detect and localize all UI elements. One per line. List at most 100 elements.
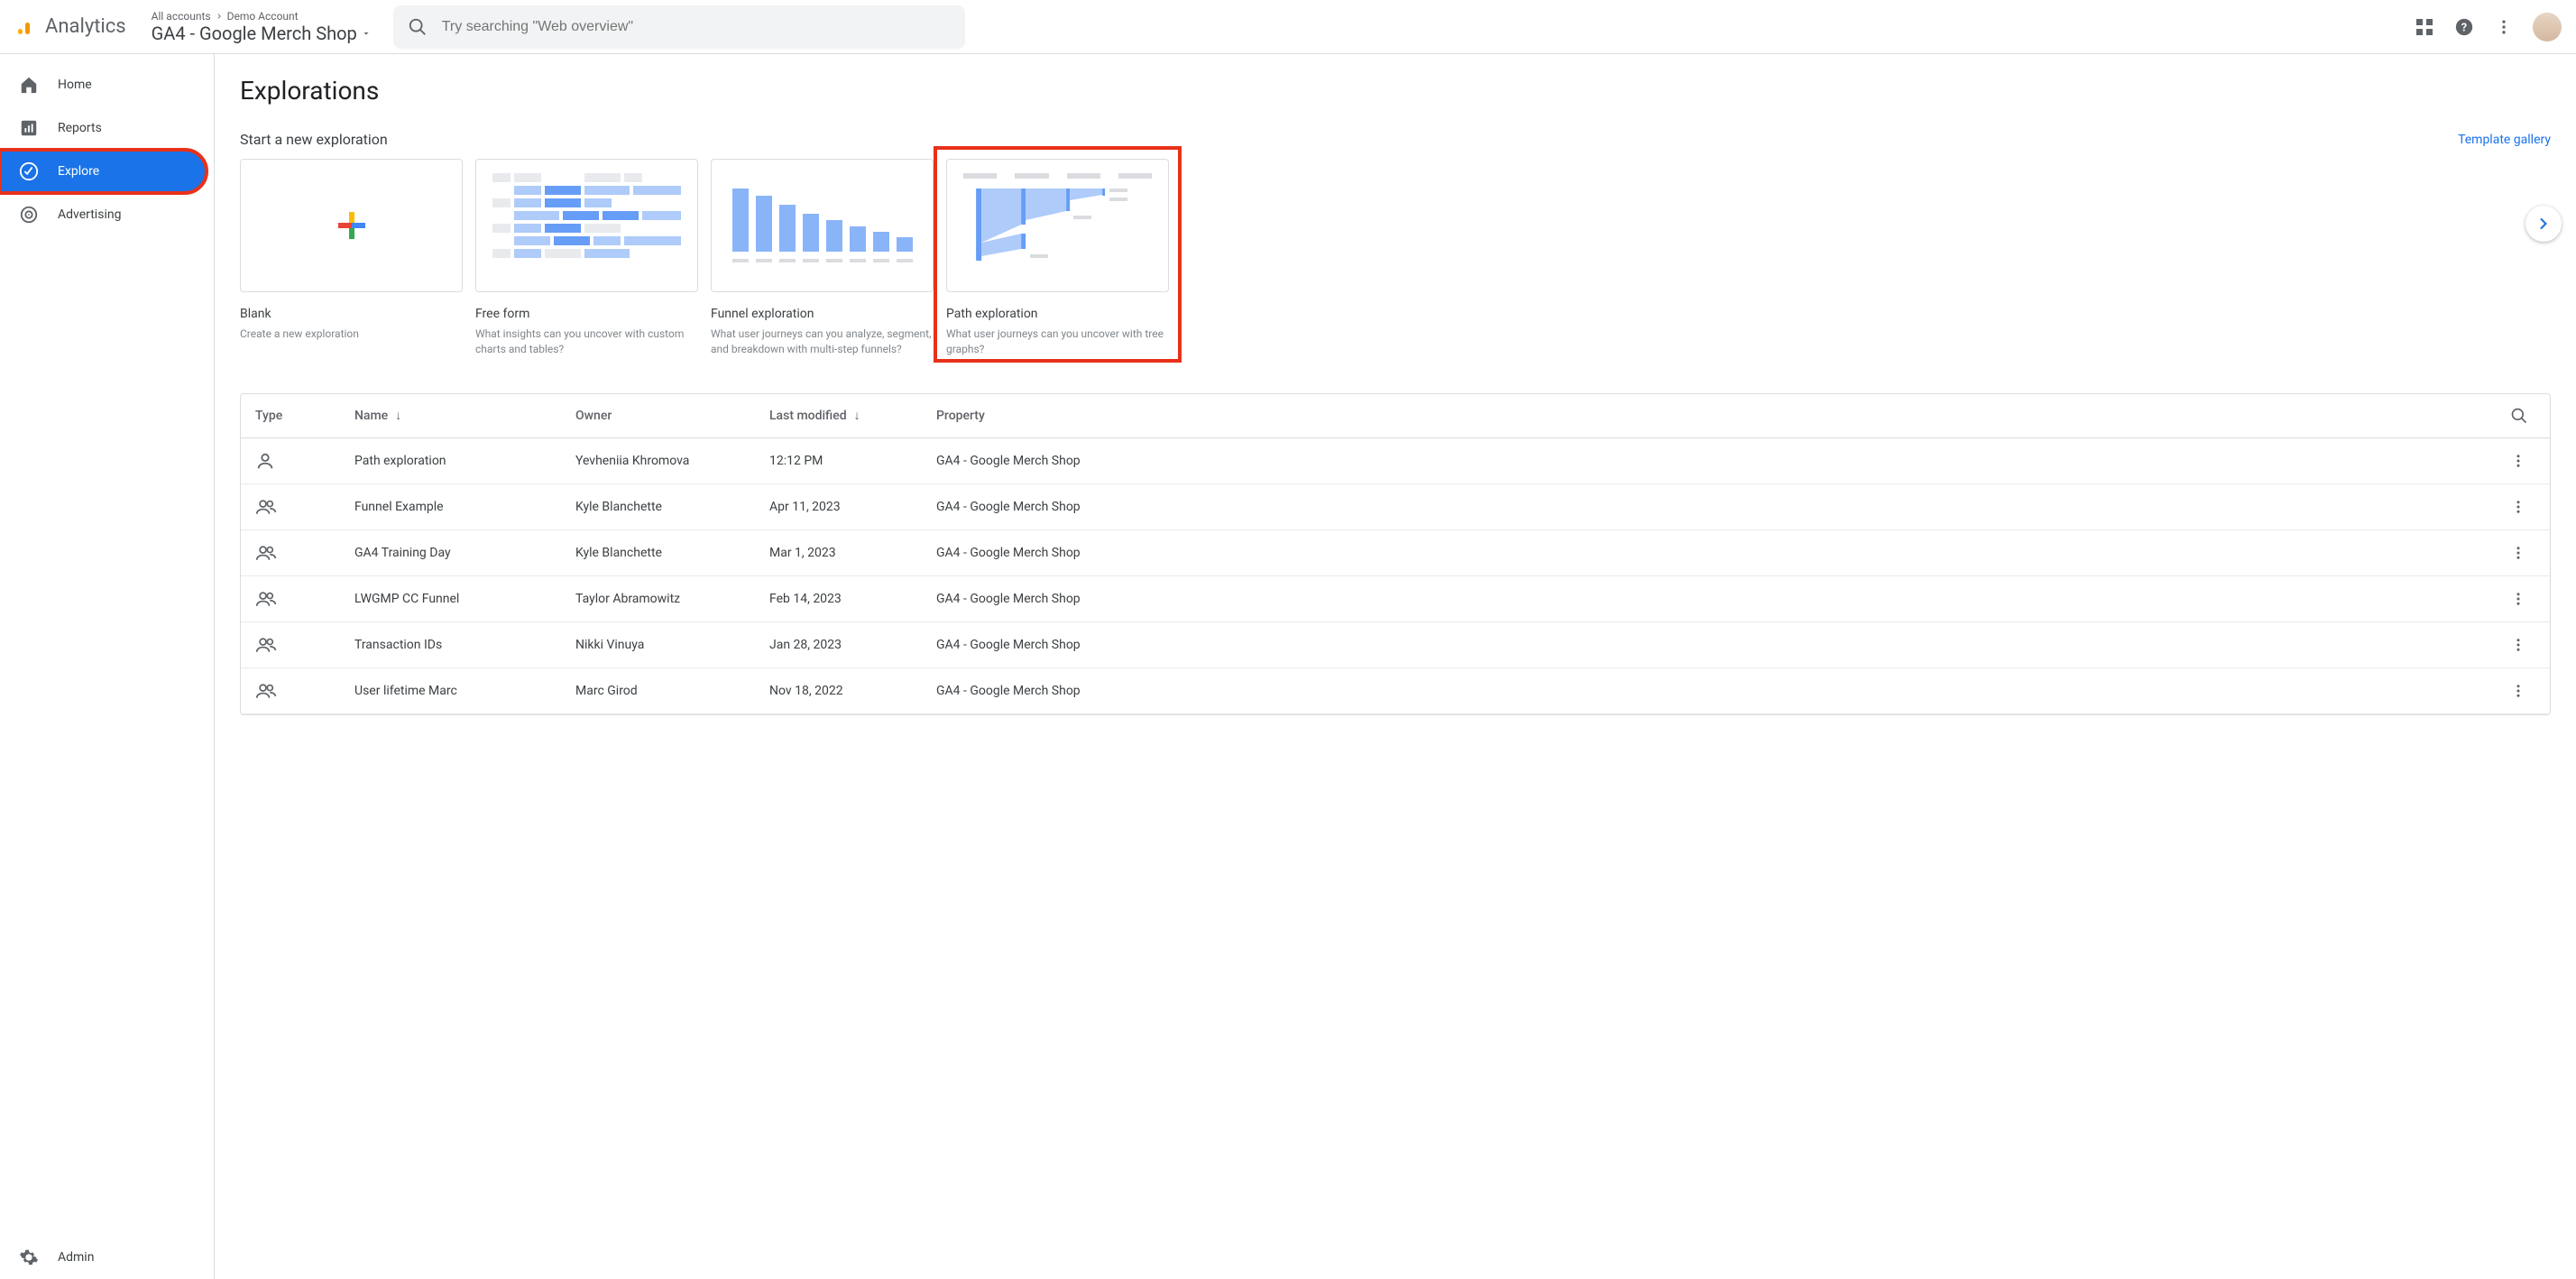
cell-property: GA4 - Google Merch Shop [922, 483, 2496, 529]
card-desc: What user journeys can you analyze, segm… [711, 327, 934, 357]
cell-modified: Feb 14, 2023 [755, 575, 922, 621]
plus-icon [338, 212, 365, 239]
cell-modified: Mar 1, 2023 [755, 529, 922, 575]
sidebar-item-label: Admin [58, 1250, 94, 1265]
card-thumb-freeform [475, 159, 698, 292]
cell-modified: Nov 18, 2022 [755, 667, 922, 713]
cell-modified: 12:12 PM [755, 437, 922, 483]
card-thumb-path [946, 159, 1169, 292]
col-name[interactable]: Name↓ [340, 394, 561, 438]
card-desc: Create a new exploration [240, 327, 463, 342]
cell-name: Path exploration [340, 437, 561, 483]
cell-owner: Kyle Blanchette [561, 529, 755, 575]
page-title: Explorations [240, 76, 2551, 106]
card-thumb-funnel [711, 159, 934, 292]
logo-block[interactable]: Analytics [14, 15, 126, 38]
cell-property: GA4 - Google Merch Shop [922, 437, 2496, 483]
cell-modified: Jan 28, 2023 [755, 621, 922, 667]
sort-down-icon: ↓ [395, 409, 401, 423]
breadcrumb: All accounts Demo Account [152, 10, 372, 23]
reports-icon [18, 117, 40, 139]
card-thumb-blank [240, 159, 463, 292]
table-row[interactable]: Path explorationYevheniia Khromova12:12 … [241, 437, 2550, 483]
sidebar-item-explore[interactable]: Explore [0, 150, 207, 193]
group-icon [255, 635, 326, 655]
sidebar-item-label: Home [58, 78, 92, 92]
row-menu-button[interactable] [2510, 591, 2535, 607]
card-title: Free form [475, 307, 698, 321]
table-row[interactable]: User lifetime MarcMarc GirodNov 18, 2022… [241, 667, 2550, 713]
home-icon [18, 74, 40, 96]
row-menu-button[interactable] [2510, 453, 2535, 469]
card-desc: What user journeys can you uncover with … [946, 327, 1169, 357]
card-free-form[interactable]: Free form What insights can you uncover … [475, 159, 698, 357]
cell-name: LWGMP CC Funnel [340, 575, 561, 621]
sidebar-item-label: Reports [58, 121, 102, 135]
cell-modified: Apr 11, 2023 [755, 483, 922, 529]
group-icon [255, 543, 326, 563]
cell-owner: Marc Girod [561, 667, 755, 713]
table-row[interactable]: Transaction IDsNikki VinuyaJan 28, 2023G… [241, 621, 2550, 667]
col-property[interactable]: Property [922, 394, 2496, 438]
sidebar-item-home[interactable]: Home [0, 63, 207, 106]
section-title: Start a new exploration [240, 131, 388, 148]
next-arrow-button[interactable] [2525, 206, 2562, 242]
chevron-right-icon [2535, 215, 2553, 233]
col-search[interactable] [2496, 394, 2550, 438]
account-selector[interactable]: All accounts Demo Account GA4 - Google M… [152, 10, 372, 44]
cell-name: User lifetime Marc [340, 667, 561, 713]
table-header-row: Type Name↓ Owner Last modified↓ Property [241, 394, 2550, 438]
gear-icon [18, 1247, 40, 1268]
sidebar-item-advertising[interactable]: Advertising [0, 193, 207, 236]
sort-down-icon: ↓ [854, 409, 860, 423]
cell-property: GA4 - Google Merch Shop [922, 667, 2496, 713]
search-input[interactable] [442, 19, 951, 35]
col-type[interactable]: Type [241, 394, 340, 438]
card-path[interactable]: Path exploration What user journeys can … [946, 159, 1169, 357]
search-icon [2510, 407, 2528, 425]
cell-property: GA4 - Google Merch Shop [922, 575, 2496, 621]
cell-property: GA4 - Google Merch Shop [922, 529, 2496, 575]
header-actions: ? [2414, 13, 2562, 41]
table-row[interactable]: GA4 Training DayKyle BlanchetteMar 1, 20… [241, 529, 2550, 575]
breadcrumb-account: Demo Account [227, 10, 299, 23]
card-title: Funnel exploration [711, 307, 934, 321]
table-row[interactable]: LWGMP CC FunnelTaylor AbramowitzFeb 14, … [241, 575, 2550, 621]
cell-property: GA4 - Google Merch Shop [922, 621, 2496, 667]
apps-icon[interactable] [2414, 16, 2435, 38]
table-row[interactable]: Funnel ExampleKyle BlanchetteApr 11, 202… [241, 483, 2550, 529]
row-menu-button[interactable] [2510, 637, 2535, 653]
sidebar-item-reports[interactable]: Reports [0, 106, 207, 150]
search-icon [408, 17, 428, 37]
avatar[interactable] [2533, 13, 2562, 41]
group-icon [255, 681, 326, 701]
card-blank[interactable]: Blank Create a new exploration [240, 159, 463, 357]
svg-text:?: ? [2461, 21, 2467, 34]
product-name: Analytics [45, 15, 126, 38]
cell-owner: Taylor Abramowitz [561, 575, 755, 621]
caret-down-icon [361, 28, 372, 39]
group-icon [255, 497, 326, 517]
cell-name: Funnel Example [340, 483, 561, 529]
help-icon[interactable]: ? [2453, 16, 2475, 38]
row-menu-button[interactable] [2510, 545, 2535, 561]
explore-icon [18, 161, 40, 182]
card-title: Blank [240, 307, 463, 321]
card-title: Path exploration [946, 307, 1169, 321]
advertising-icon [18, 204, 40, 225]
col-owner[interactable]: Owner [561, 394, 755, 438]
cell-owner: Yevheniia Khromova [561, 437, 755, 483]
template-cards: Blank Create a new exploration F [240, 159, 2551, 357]
card-funnel[interactable]: Funnel exploration What user journeys ca… [711, 159, 934, 357]
analytics-logo-icon [14, 16, 36, 38]
more-vert-icon[interactable] [2493, 16, 2515, 38]
template-gallery-link[interactable]: Template gallery [2458, 133, 2551, 147]
property-name: GA4 - Google Merch Shop [152, 23, 357, 44]
col-modified[interactable]: Last modified↓ [755, 394, 922, 438]
cell-owner: Kyle Blanchette [561, 483, 755, 529]
row-menu-button[interactable] [2510, 499, 2535, 515]
search-box[interactable] [393, 5, 965, 49]
sidebar-item-admin[interactable]: Admin [0, 1236, 207, 1279]
card-desc: What insights can you uncover with custo… [475, 327, 698, 357]
row-menu-button[interactable] [2510, 683, 2535, 699]
